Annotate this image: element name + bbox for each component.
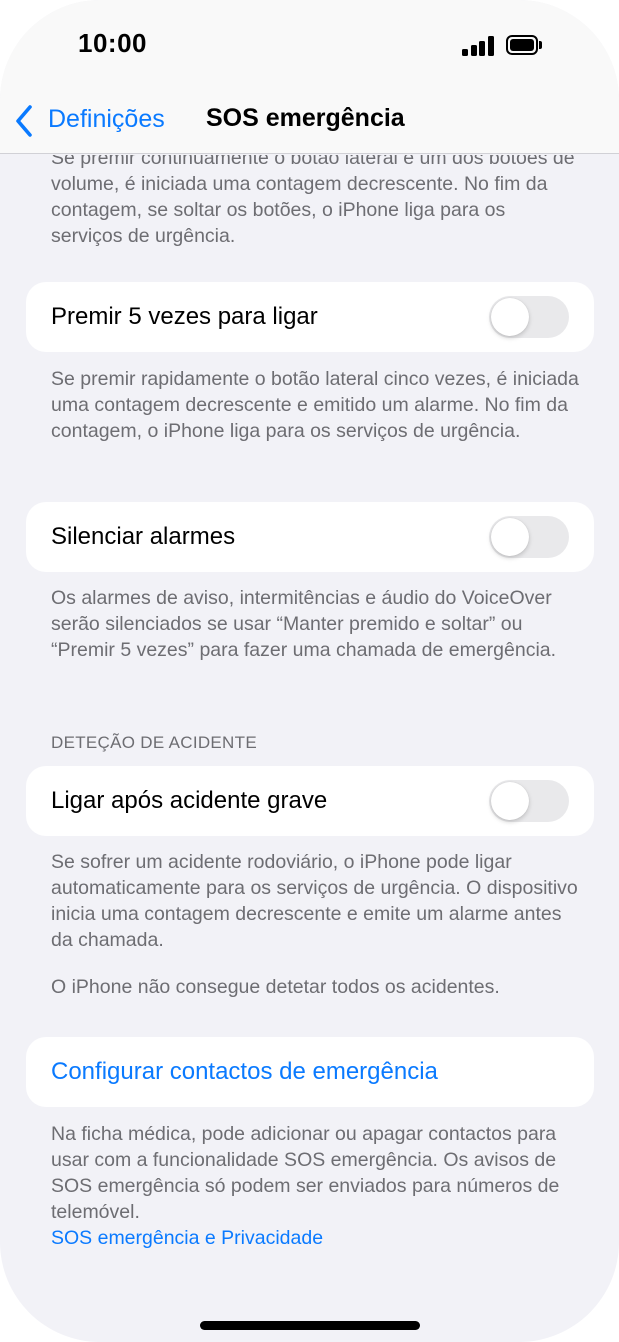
setup-emergency-contacts-row[interactable]: Configurar contactos de emergência: [26, 1037, 594, 1107]
crash-detection-note: O iPhone não consegue detetar todos os a…: [51, 976, 500, 998]
dynamic-island: [212, 12, 408, 74]
silence-alarms-row[interactable]: Silenciar alarmes: [26, 502, 594, 572]
press-5-times-label: Premir 5 vezes para ligar: [51, 303, 318, 330]
press-5-times-row[interactable]: Premir 5 vezes para ligar: [26, 282, 594, 352]
back-button[interactable]: Definições: [48, 105, 165, 134]
navigation-bar: Definições SOS emergência: [0, 90, 619, 154]
page-title: SOS emergência: [206, 104, 405, 132]
status-bar: 10:00: [0, 0, 619, 90]
silence-alarms-label: Silenciar alarmes: [51, 523, 236, 550]
call-after-crash-row[interactable]: Ligar após acidente grave: [26, 766, 594, 836]
setup-emergency-contacts-button[interactable]: Configurar contactos de emergência: [51, 1058, 438, 1086]
chevron-left-icon[interactable]: [14, 104, 34, 138]
sos-privacy-link[interactable]: SOS emergência e Privacidade: [51, 1227, 323, 1249]
crash-detection-header: DETEÇÃO DE ACIDENTE: [51, 733, 257, 752]
cellular-signal-icon: [462, 36, 494, 56]
silence-alarms-toggle[interactable]: [489, 516, 569, 558]
silence-alarms-description: Os alarmes de aviso, intermitências e áu…: [51, 587, 557, 661]
call-after-crash-toggle[interactable]: [489, 780, 569, 822]
emergency-contacts-description: Na ficha médica, pode adicionar ou apaga…: [51, 1121, 581, 1251]
crash-detection-description: Se sofrer um acidente rodoviário, o iPho…: [51, 851, 578, 951]
hold-release-description: Se premir continuamente o botão lateral …: [51, 155, 575, 247]
press-5-times-description: Se premir rapidamente o botão lateral ci…: [51, 368, 579, 442]
emergency-contacts-text: Na ficha médica, pode adicionar ou apaga…: [51, 1123, 560, 1223]
battery-icon: [506, 35, 542, 55]
status-time: 10:00: [78, 28, 147, 58]
call-after-crash-label: Ligar após acidente grave: [51, 787, 328, 814]
settings-list[interactable]: Se premir continuamente o botão lateral …: [0, 155, 619, 1342]
press-5-times-toggle[interactable]: [489, 296, 569, 338]
home-indicator[interactable]: [200, 1321, 420, 1330]
phone-screen: 10:00 Definições SOS emergência Se premi…: [0, 0, 619, 1342]
